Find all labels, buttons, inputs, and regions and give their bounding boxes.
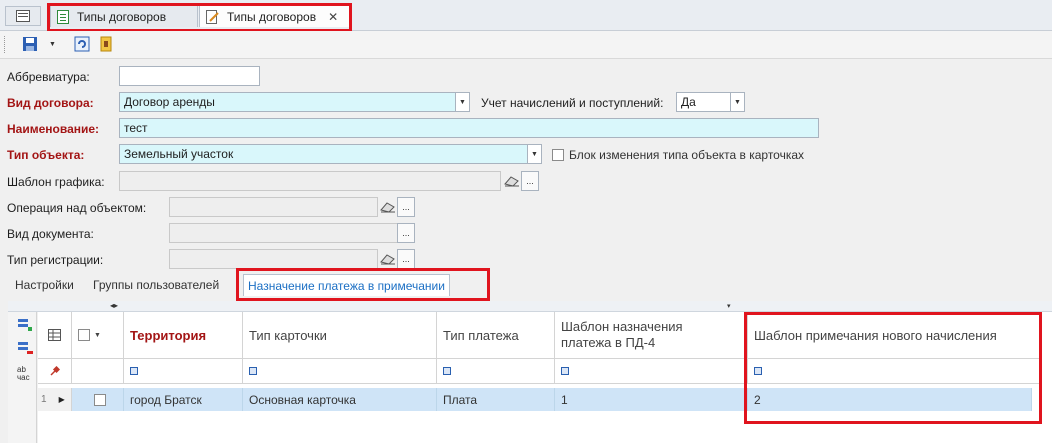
cell-territory[interactable]: город Братск: [124, 388, 243, 411]
filter-icon: [443, 367, 451, 375]
cell-payment-type[interactable]: Плата: [437, 388, 555, 411]
highlight-inner-tab: [236, 268, 490, 301]
chevron-down-icon[interactable]: ▼: [527, 144, 542, 164]
column-chooser-icon: [48, 329, 61, 341]
filter-card-type[interactable]: [243, 359, 437, 384]
name-label: Наименование:: [7, 122, 100, 136]
spellcheck-icon: ab час: [17, 365, 30, 382]
pin-icon: [49, 366, 60, 376]
object-type-label: Тип объекта:: [7, 148, 85, 162]
filter-icon: [130, 367, 138, 375]
chevron-down-icon[interactable]: ▼: [455, 92, 470, 112]
cell-card-type[interactable]: Основная карточка: [243, 388, 437, 411]
save-icon: [23, 37, 37, 51]
clear-button[interactable]: [378, 197, 398, 217]
chevron-down-icon[interactable]: ▼: [730, 92, 745, 112]
eraser-icon: [504, 176, 519, 187]
contract-kind-label: Вид договора:: [7, 96, 94, 110]
object-operation-label: Операция над объектом:: [7, 201, 147, 215]
tab-settings[interactable]: Настройки: [15, 274, 74, 296]
refresh-button[interactable]: [73, 35, 91, 53]
row-select-cell[interactable]: [72, 388, 124, 411]
registration-type-browse-button[interactable]: ...: [397, 249, 415, 269]
object-operation-input[interactable]: [169, 197, 378, 217]
filter-select-all[interactable]: [72, 359, 124, 384]
row-number: 1 ▶: [38, 388, 72, 411]
schedule-template-label: Шаблон графика:: [7, 175, 105, 189]
block-change-label: Блок изменения типа объекта в карточках: [569, 148, 805, 162]
save-button[interactable]: [21, 35, 39, 53]
tabs-menu-button[interactable]: [5, 6, 41, 26]
object-type-select[interactable]: Земельный участок: [119, 144, 528, 164]
clear-button[interactable]: [378, 249, 398, 269]
column-chooser[interactable]: [38, 312, 72, 359]
add-row-button[interactable]: [17, 318, 33, 335]
eraser-icon: [380, 202, 395, 213]
highlight-note-column: [744, 312, 1042, 424]
grid-splitter[interactable]: [8, 301, 1052, 312]
object-operation-browse-button[interactable]: ...: [397, 197, 415, 217]
window-list-icon: [16, 10, 30, 22]
accounting-label: Учет начислений и поступлений:: [481, 96, 664, 110]
column-header-pd4-template[interactable]: Шаблон назначения платежа в ПД-4: [555, 312, 748, 359]
select-all-checkbox[interactable]: [78, 329, 90, 341]
filter-icon: [249, 367, 257, 375]
delete-row-button[interactable]: [17, 341, 33, 358]
registration-type-label: Тип регистрации:: [7, 253, 104, 267]
splitter-grip: ◂▸: [110, 301, 119, 310]
column-header-payment-type[interactable]: Тип платежа: [437, 312, 555, 359]
save-dropdown-arrow[interactable]: ▼: [49, 41, 56, 48]
contract-kind-select[interactable]: Договор аренды: [119, 92, 456, 112]
refresh-icon: [74, 36, 90, 52]
accounting-select[interactable]: Да: [676, 92, 731, 112]
abbreviation-label: Аббревиатура:: [7, 70, 90, 84]
filter-pd4-template[interactable]: [555, 359, 748, 384]
document-kind-input[interactable]: [169, 223, 398, 243]
splitter-marker: ▾: [727, 303, 731, 310]
eraser-icon: [380, 254, 395, 265]
add-row-icon: [18, 319, 32, 331]
select-all-column[interactable]: ▼: [72, 312, 124, 359]
chevron-down-icon[interactable]: ▼: [94, 332, 101, 339]
filter-icon: [561, 367, 569, 375]
filter-payment-type[interactable]: [437, 359, 555, 384]
filter-row-indicator: [38, 359, 72, 384]
name-input[interactable]: тест: [119, 118, 819, 138]
clear-button[interactable]: [502, 171, 522, 191]
delete-row-icon: [18, 342, 33, 354]
document-kind-label: Вид документа:: [7, 227, 94, 241]
row-checkbox[interactable]: [94, 393, 106, 406]
cell-pd4-template[interactable]: 1: [555, 388, 748, 411]
highlight-tabs: [47, 3, 352, 32]
toolbar-grip: [4, 36, 8, 53]
block-change-checkbox[interactable]: [552, 149, 564, 161]
schedule-template-input[interactable]: [119, 171, 501, 191]
toolbar: [0, 31, 1052, 59]
registration-type-input[interactable]: [169, 249, 378, 269]
schedule-template-browse-button[interactable]: ...: [521, 171, 539, 191]
row-pointer-icon: ▶: [58, 395, 65, 404]
abbreviation-input[interactable]: [119, 66, 260, 86]
column-header-card-type[interactable]: Тип карточки: [243, 312, 437, 359]
exit-button[interactable]: [97, 35, 115, 53]
column-header-territory[interactable]: Территория: [124, 312, 243, 359]
document-kind-browse-button[interactable]: ...: [397, 223, 415, 243]
spellcheck-button[interactable]: ab час: [17, 366, 35, 382]
exit-icon: [100, 36, 112, 52]
tab-user-groups[interactable]: Группы пользователей: [93, 274, 219, 296]
filter-territory[interactable]: [124, 359, 243, 384]
